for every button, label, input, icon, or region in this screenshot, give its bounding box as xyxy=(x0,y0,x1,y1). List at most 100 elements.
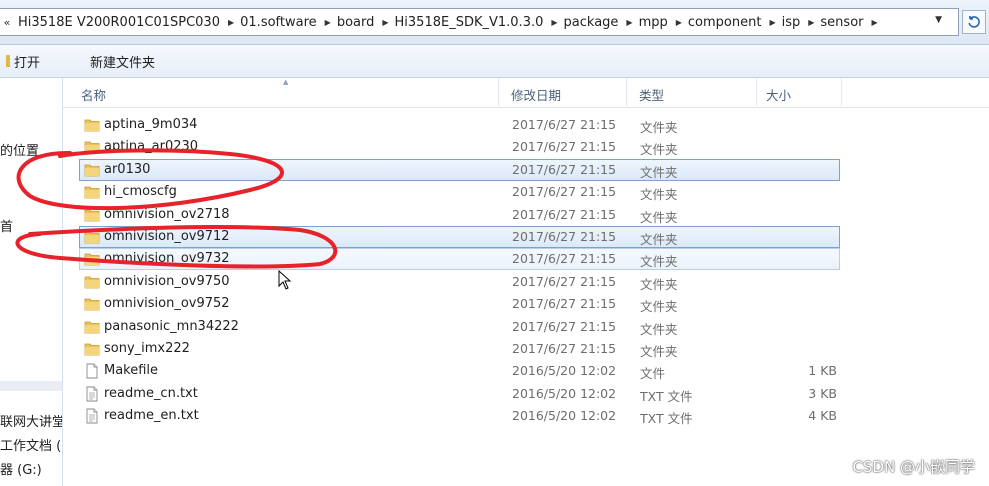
folder-icon xyxy=(84,117,100,133)
file-row[interactable]: aptina_9m034 2017/6/27 21:15 文件夹 xyxy=(79,114,840,136)
file-type: 文件夹 xyxy=(640,344,678,359)
chevron-right-icon[interactable]: ▶ xyxy=(767,18,777,27)
chevron-right-icon[interactable]: ▶ xyxy=(870,18,880,27)
new-folder-button[interactable]: 新建文件夹 xyxy=(82,49,163,74)
refresh-button[interactable] xyxy=(962,10,986,34)
chevron-right-icon[interactable]: ▶ xyxy=(624,18,634,27)
folder-icon xyxy=(84,251,100,267)
breadcrumb-item[interactable]: mpp xyxy=(635,15,674,30)
chevron-right-icon[interactable]: ▶ xyxy=(323,18,333,27)
sort-ascending-icon: ▲ xyxy=(283,78,289,86)
file-date: 2017/6/27 21:15 xyxy=(512,161,617,177)
address-bar: « Hi3518E V200R001C01SPC030 ▶ 01.software… xyxy=(0,0,989,45)
folder-icon xyxy=(6,55,10,67)
open-label: 打开 xyxy=(14,55,41,71)
column-name[interactable]: 名称 xyxy=(81,85,106,104)
file-type: 文件夹 xyxy=(640,299,678,315)
folder-icon xyxy=(84,341,100,357)
file-type: TXT 文件 xyxy=(640,411,693,427)
column-divider[interactable] xyxy=(841,78,842,106)
file-date: 2016/5/20 12:02 xyxy=(512,363,617,379)
column-divider[interactable] xyxy=(756,78,757,106)
chevron-right-icon[interactable]: ▶ xyxy=(806,18,816,27)
file-type: 文件夹 xyxy=(640,209,678,225)
file-name: omnivision_ov9732 xyxy=(104,251,230,267)
nav-item[interactable]: 的位置 xyxy=(0,140,39,159)
file-row[interactable]: ar0130 2017/6/27 21:15 文件夹 xyxy=(79,158,840,181)
file-date: 2017/6/27 21:15 xyxy=(512,184,617,200)
watermark: CSDN @小嵌同学 xyxy=(852,458,975,476)
chevron-right-icon[interactable]: ▶ xyxy=(549,18,559,27)
breadcrumb-item[interactable]: board xyxy=(333,15,381,30)
file-row[interactable]: Makefile 2016/5/20 12:02 文件 1 KB xyxy=(79,360,840,382)
file-row[interactable]: sony_imx222 2017/6/27 21:15 文件夹 xyxy=(79,338,840,360)
file-size: 1 KB xyxy=(808,363,837,379)
column-divider[interactable] xyxy=(498,78,499,106)
file-name: panasonic_mn34222 xyxy=(104,318,239,334)
file-name: readme_cn.txt xyxy=(104,385,198,401)
nav-item[interactable]: 联网大讲堂 xyxy=(0,411,62,430)
nav-item[interactable]: 首 xyxy=(0,216,13,235)
chevron-right-icon[interactable]: ▶ xyxy=(380,18,390,27)
chevron-right-icon[interactable]: ▶ xyxy=(226,18,236,27)
breadcrumb-item[interactable]: isp xyxy=(778,15,807,30)
file-row[interactable]: hi_cmoscfg 2017/6/27 21:15 文件夹 xyxy=(79,181,840,203)
folder-icon xyxy=(84,296,100,312)
file-row[interactable]: panasonic_mn34222 2017/6/27 21:15 文件夹 xyxy=(79,316,840,338)
address-dropdown-icon[interactable]: ▼ xyxy=(935,15,942,25)
file-date: 2017/6/27 21:15 xyxy=(512,341,617,356)
file-date: 2017/6/27 21:15 xyxy=(512,229,617,244)
refresh-icon xyxy=(968,16,980,28)
file-date: 2017/6/27 21:15 xyxy=(512,139,617,155)
breadcrumb-item[interactable]: Hi3518E V200R001C01SPC030 xyxy=(14,15,226,30)
file-type: TXT 文件 xyxy=(640,388,693,404)
file-name: omnivision_ov9750 xyxy=(104,273,230,289)
file-name: aptina_9m034 xyxy=(104,117,198,132)
column-type[interactable]: 类型 xyxy=(639,85,664,104)
breadcrumb-item[interactable]: package xyxy=(560,15,625,30)
file-row[interactable]: omnivision_ov9732 2017/6/27 21:15 文件夹 xyxy=(79,248,840,271)
file-row[interactable]: aptina_ar0230 2017/6/27 21:15 文件夹 xyxy=(79,136,840,158)
file-row[interactable]: omnivision_ov9712 2017/6/27 21:15 文件夹 xyxy=(79,226,840,248)
folder-icon xyxy=(84,184,100,200)
file-row[interactable]: omnivision_ov9752 2017/6/27 21:15 文件夹 xyxy=(79,293,840,315)
file-type: 文件 xyxy=(640,366,666,382)
file-name: sony_imx222 xyxy=(104,341,190,356)
file-type: 文件夹 xyxy=(640,254,678,270)
column-divider[interactable] xyxy=(626,78,627,106)
file-name: aptina_ar0230 xyxy=(104,139,199,155)
file-name: omnivision_ov2718 xyxy=(104,206,230,222)
file-icon xyxy=(84,363,100,379)
folder-icon xyxy=(84,207,100,223)
file-row[interactable]: omnivision_ov9750 2017/6/27 21:15 文件夹 xyxy=(79,271,840,293)
nav-item[interactable]: 器 (G:) xyxy=(0,459,42,478)
file-date: 2017/6/27 21:15 xyxy=(512,296,617,312)
file-size: 4 KB xyxy=(808,408,837,424)
breadcrumb-overflow-icon[interactable]: « xyxy=(0,16,14,29)
breadcrumb-item[interactable]: component xyxy=(684,15,768,30)
file-name: omnivision_ov9752 xyxy=(104,296,230,312)
file-row[interactable]: readme_en.txt 2016/5/20 12:02 TXT 文件 4 KB xyxy=(79,405,840,427)
file-type: 文件夹 xyxy=(640,187,678,203)
column-date[interactable]: 修改日期 xyxy=(511,85,561,104)
column-size[interactable]: 大小 xyxy=(766,85,791,104)
file-row[interactable]: omnivision_ov2718 2017/6/27 21:15 文件夹 xyxy=(79,204,840,226)
open-button[interactable]: 打开 xyxy=(0,49,48,74)
new-folder-label: 新建文件夹 xyxy=(90,55,156,71)
nav-item[interactable]: 工作文档 (I xyxy=(0,435,62,454)
breadcrumb[interactable]: « Hi3518E V200R001C01SPC030 ▶ 01.software… xyxy=(0,8,959,36)
file-size: 3 KB xyxy=(808,385,837,401)
file-name: omnivision_ov9712 xyxy=(104,229,230,244)
navigation-pane: 的位置 首 联网大讲堂 工作文档 (I 器 (G:) xyxy=(0,78,63,486)
folder-icon xyxy=(84,274,100,290)
file-row[interactable]: readme_cn.txt 2016/5/20 12:02 TXT 文件 3 KB xyxy=(79,383,840,405)
file-date: 2017/6/27 21:15 xyxy=(512,318,617,334)
chevron-right-icon[interactable]: ▶ xyxy=(674,18,684,27)
file-type: 文件夹 xyxy=(640,142,678,158)
column-header: ▲ 名称 修改日期 类型 大小 xyxy=(63,78,989,108)
breadcrumb-item[interactable]: 01.software xyxy=(236,15,323,30)
file-type: 文件夹 xyxy=(640,120,678,135)
breadcrumb-item[interactable]: Hi3518E_SDK_V1.0.3.0 xyxy=(391,15,550,30)
breadcrumb-item[interactable]: sensor xyxy=(816,15,869,30)
file-name: ar0130 xyxy=(104,161,151,177)
